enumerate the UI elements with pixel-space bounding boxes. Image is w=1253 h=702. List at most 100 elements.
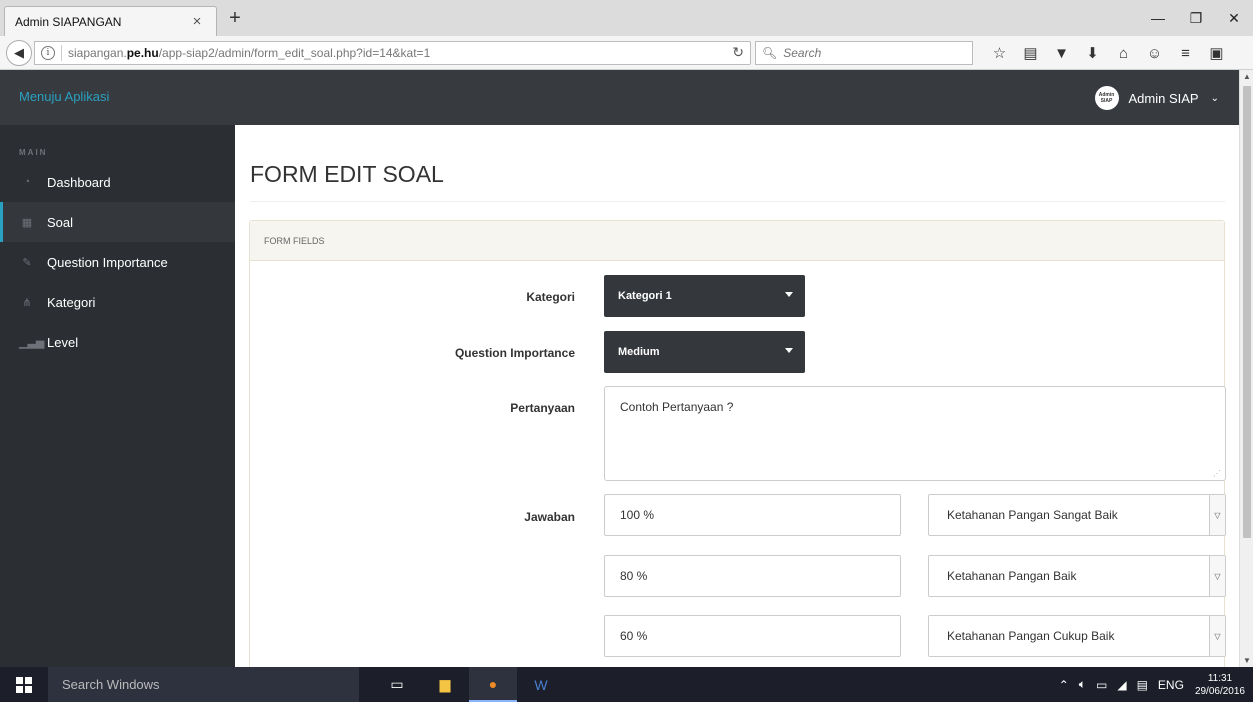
url-text: siapangan.pe.hu/app-siap2/admin/form_edi…	[68, 46, 431, 60]
dashboard-icon: ◔	[23, 176, 31, 188]
kategori-selected-value: Kategori 1	[618, 290, 672, 302]
jawaban-value-input-2[interactable]	[604, 555, 901, 597]
home-icon[interactable]: ⌂	[1108, 45, 1139, 62]
pertanyaan-textarea[interactable]: Contoh Pertanyaan ?	[604, 386, 1226, 481]
browser-tab-bar: Admin SIAPANGAN × + — ❐ ✕	[0, 0, 1253, 36]
system-tray: ⌃ 🔈︎ ▭ ◢ ▤ ENG 11:31 29/06/2016	[1054, 667, 1253, 702]
importance-selected-value: Medium	[618, 346, 660, 358]
tab-title: Admin SIAPANGAN	[15, 14, 122, 29]
question-importance-label: Question Importance	[454, 346, 575, 360]
form-panel: FORM FIELDS Kategori Kategori 1 Question…	[249, 220, 1226, 667]
jawaban-option-value: Ketahanan Pangan Cukup Baik	[947, 629, 1115, 643]
sitemap-icon: ⋔	[22, 296, 32, 309]
caret-down-icon	[785, 348, 793, 353]
sidebar-item-question-importance[interactable]: ✎ Question Importance	[0, 242, 235, 282]
sidebar-item-label: Kategori	[47, 294, 96, 310]
jawaban-value-input-1[interactable]	[604, 494, 901, 536]
new-tab-button[interactable]: +	[222, 7, 248, 31]
kategori-label: Kategori	[526, 290, 575, 304]
taskbar-search[interactable]: Search Windows	[48, 667, 359, 702]
jawaban-option-select-1[interactable]: Ketahanan Pangan Sangat Baik ▽	[928, 494, 1226, 536]
pocket-icon[interactable]: ▼	[1046, 45, 1077, 62]
scroll-down-icon[interactable]: ▼	[1243, 656, 1251, 665]
jawaban-value-input-3[interactable]	[604, 615, 901, 657]
task-view-icon[interactable]: ▭	[373, 667, 421, 702]
back-button[interactable]: ◀	[6, 40, 32, 66]
sidebar-item-level[interactable]: ▁▃▅ Level	[0, 322, 235, 362]
browser-tab[interactable]: Admin SIAPANGAN ×	[4, 6, 217, 36]
clock-time: 11:31	[1207, 672, 1233, 684]
window-controls: — ❐ ✕	[1139, 0, 1253, 36]
extension-icon[interactable]: ▣	[1201, 44, 1232, 62]
avatar: Admin SIAP	[1094, 86, 1119, 110]
sidebar: MAIN ◔ Dashboard ▦ Soal ✎ Question Impor…	[0, 125, 235, 667]
back-arrow-icon: ◀	[14, 45, 24, 60]
signal-icon: ▁▃▅	[19, 336, 45, 349]
sidebar-item-label: Question Importance	[47, 254, 168, 270]
wifi-icon[interactable]: ◢	[1117, 678, 1126, 692]
file-explorer-icon[interactable]: ▆	[421, 667, 469, 702]
pertanyaan-label: Pertanyaan	[510, 401, 575, 415]
clock-date: 29/06/2016	[1194, 685, 1245, 697]
page-scrollbar[interactable]: ▲ ▼	[1239, 70, 1253, 667]
user-menu[interactable]: Admin SIAP Admin SIAP ⌄	[1094, 83, 1219, 113]
sidebar-item-label: Level	[47, 334, 79, 350]
browser-navigation-bar: ◀ i siapangan.pe.hu/app-siap2/admin/form…	[0, 36, 1253, 70]
maximize-button[interactable]: ❐	[1177, 0, 1215, 36]
chevron-up-icon[interactable]: ⌃	[1059, 678, 1069, 692]
brand-link[interactable]: Menuju Aplikasi	[19, 89, 109, 104]
scroll-up-icon[interactable]: ▲	[1243, 72, 1251, 81]
windows-start-icon[interactable]	[16, 677, 32, 693]
caret-down-icon	[785, 292, 793, 297]
resize-grip-icon[interactable]: ⋰	[1213, 469, 1221, 478]
url-bar[interactable]: i siapangan.pe.hu/app-siap2/admin/form_e…	[34, 41, 751, 65]
jawaban-option-value: Ketahanan Pangan Baik	[947, 569, 1077, 583]
jawaban-label: Jawaban	[524, 510, 575, 524]
minimize-button[interactable]: —	[1139, 0, 1177, 36]
sidebar-item-label: Soal	[47, 214, 74, 230]
title-divider	[250, 201, 1225, 202]
word-icon[interactable]: W	[517, 667, 565, 702]
sidebar-item-label: Dashboard	[47, 174, 111, 190]
sidebar-item-dashboard[interactable]: ◔ Dashboard	[0, 162, 235, 202]
table-icon: ▦	[21, 216, 33, 229]
windows-taskbar: Search Windows ▭ ▆ ● W ⌃ 🔈︎ ▭ ◢ ▤ ENG 11…	[0, 667, 1253, 702]
reload-icon[interactable]: ↻	[732, 44, 744, 61]
firefox-icon[interactable]: ●	[469, 667, 517, 702]
tab-close-icon[interactable]: ×	[188, 13, 206, 30]
sidebar-item-soal[interactable]: ▦ Soal	[0, 202, 235, 242]
browser-toolbar: ☆ ▤ ▼ ⬇ ⌂ ☺ ≡ ▣	[984, 41, 1232, 65]
info-icon[interactable]: i	[41, 46, 55, 60]
jawaban-option-value: Ketahanan Pangan Sangat Baik	[947, 508, 1118, 522]
browser-search-bar[interactable]: 🔍︎	[755, 41, 973, 65]
taskbar-clock[interactable]: 11:31 29/06/2016	[1195, 672, 1245, 698]
hamburger-menu-icon[interactable]: ≡	[1170, 45, 1201, 62]
jawaban-option-select-2[interactable]: Ketahanan Pangan Baik ▽	[928, 555, 1226, 597]
language-indicator[interactable]: ENG	[1158, 678, 1184, 692]
bookmark-star-icon[interactable]: ☆	[984, 44, 1015, 62]
chevron-down-icon: ▽	[1209, 556, 1225, 596]
volume-icon[interactable]: 🔈︎	[1079, 677, 1086, 692]
download-icon[interactable]: ⬇	[1077, 44, 1108, 62]
browser-search-input[interactable]	[783, 46, 964, 60]
main-content: FORM EDIT SOAL FORM FIELDS Kategori Kate…	[235, 125, 1239, 667]
close-window-button[interactable]: ✕	[1215, 0, 1253, 36]
scrollbar-thumb[interactable]	[1243, 86, 1251, 538]
search-icon: 🔍︎	[762, 46, 778, 60]
panel-heading: FORM FIELDS	[250, 221, 1224, 261]
notification-icon[interactable]: ▤	[1137, 678, 1148, 692]
smiley-icon[interactable]: ☺	[1139, 45, 1170, 62]
url-separator	[61, 45, 62, 61]
battery-icon[interactable]: ▭	[1096, 678, 1107, 692]
sidebar-item-kategori[interactable]: ⋔ Kategori	[0, 282, 235, 322]
chevron-down-icon: ▽	[1209, 495, 1225, 535]
user-name: Admin SIAP	[1128, 90, 1199, 106]
page-title: FORM EDIT SOAL	[250, 161, 444, 187]
reading-list-icon[interactable]: ▤	[1015, 44, 1046, 62]
question-importance-select[interactable]: Medium	[604, 331, 805, 373]
app-header: Menuju Aplikasi Admin SIAP Admin SIAP ⌄	[0, 70, 1239, 125]
chevron-down-icon: ▽	[1209, 616, 1225, 656]
jawaban-option-select-3[interactable]: Ketahanan Pangan Cukup Baik ▽	[928, 615, 1226, 657]
kategori-select[interactable]: Kategori 1	[604, 275, 805, 317]
sidebar-heading: MAIN	[19, 148, 48, 157]
